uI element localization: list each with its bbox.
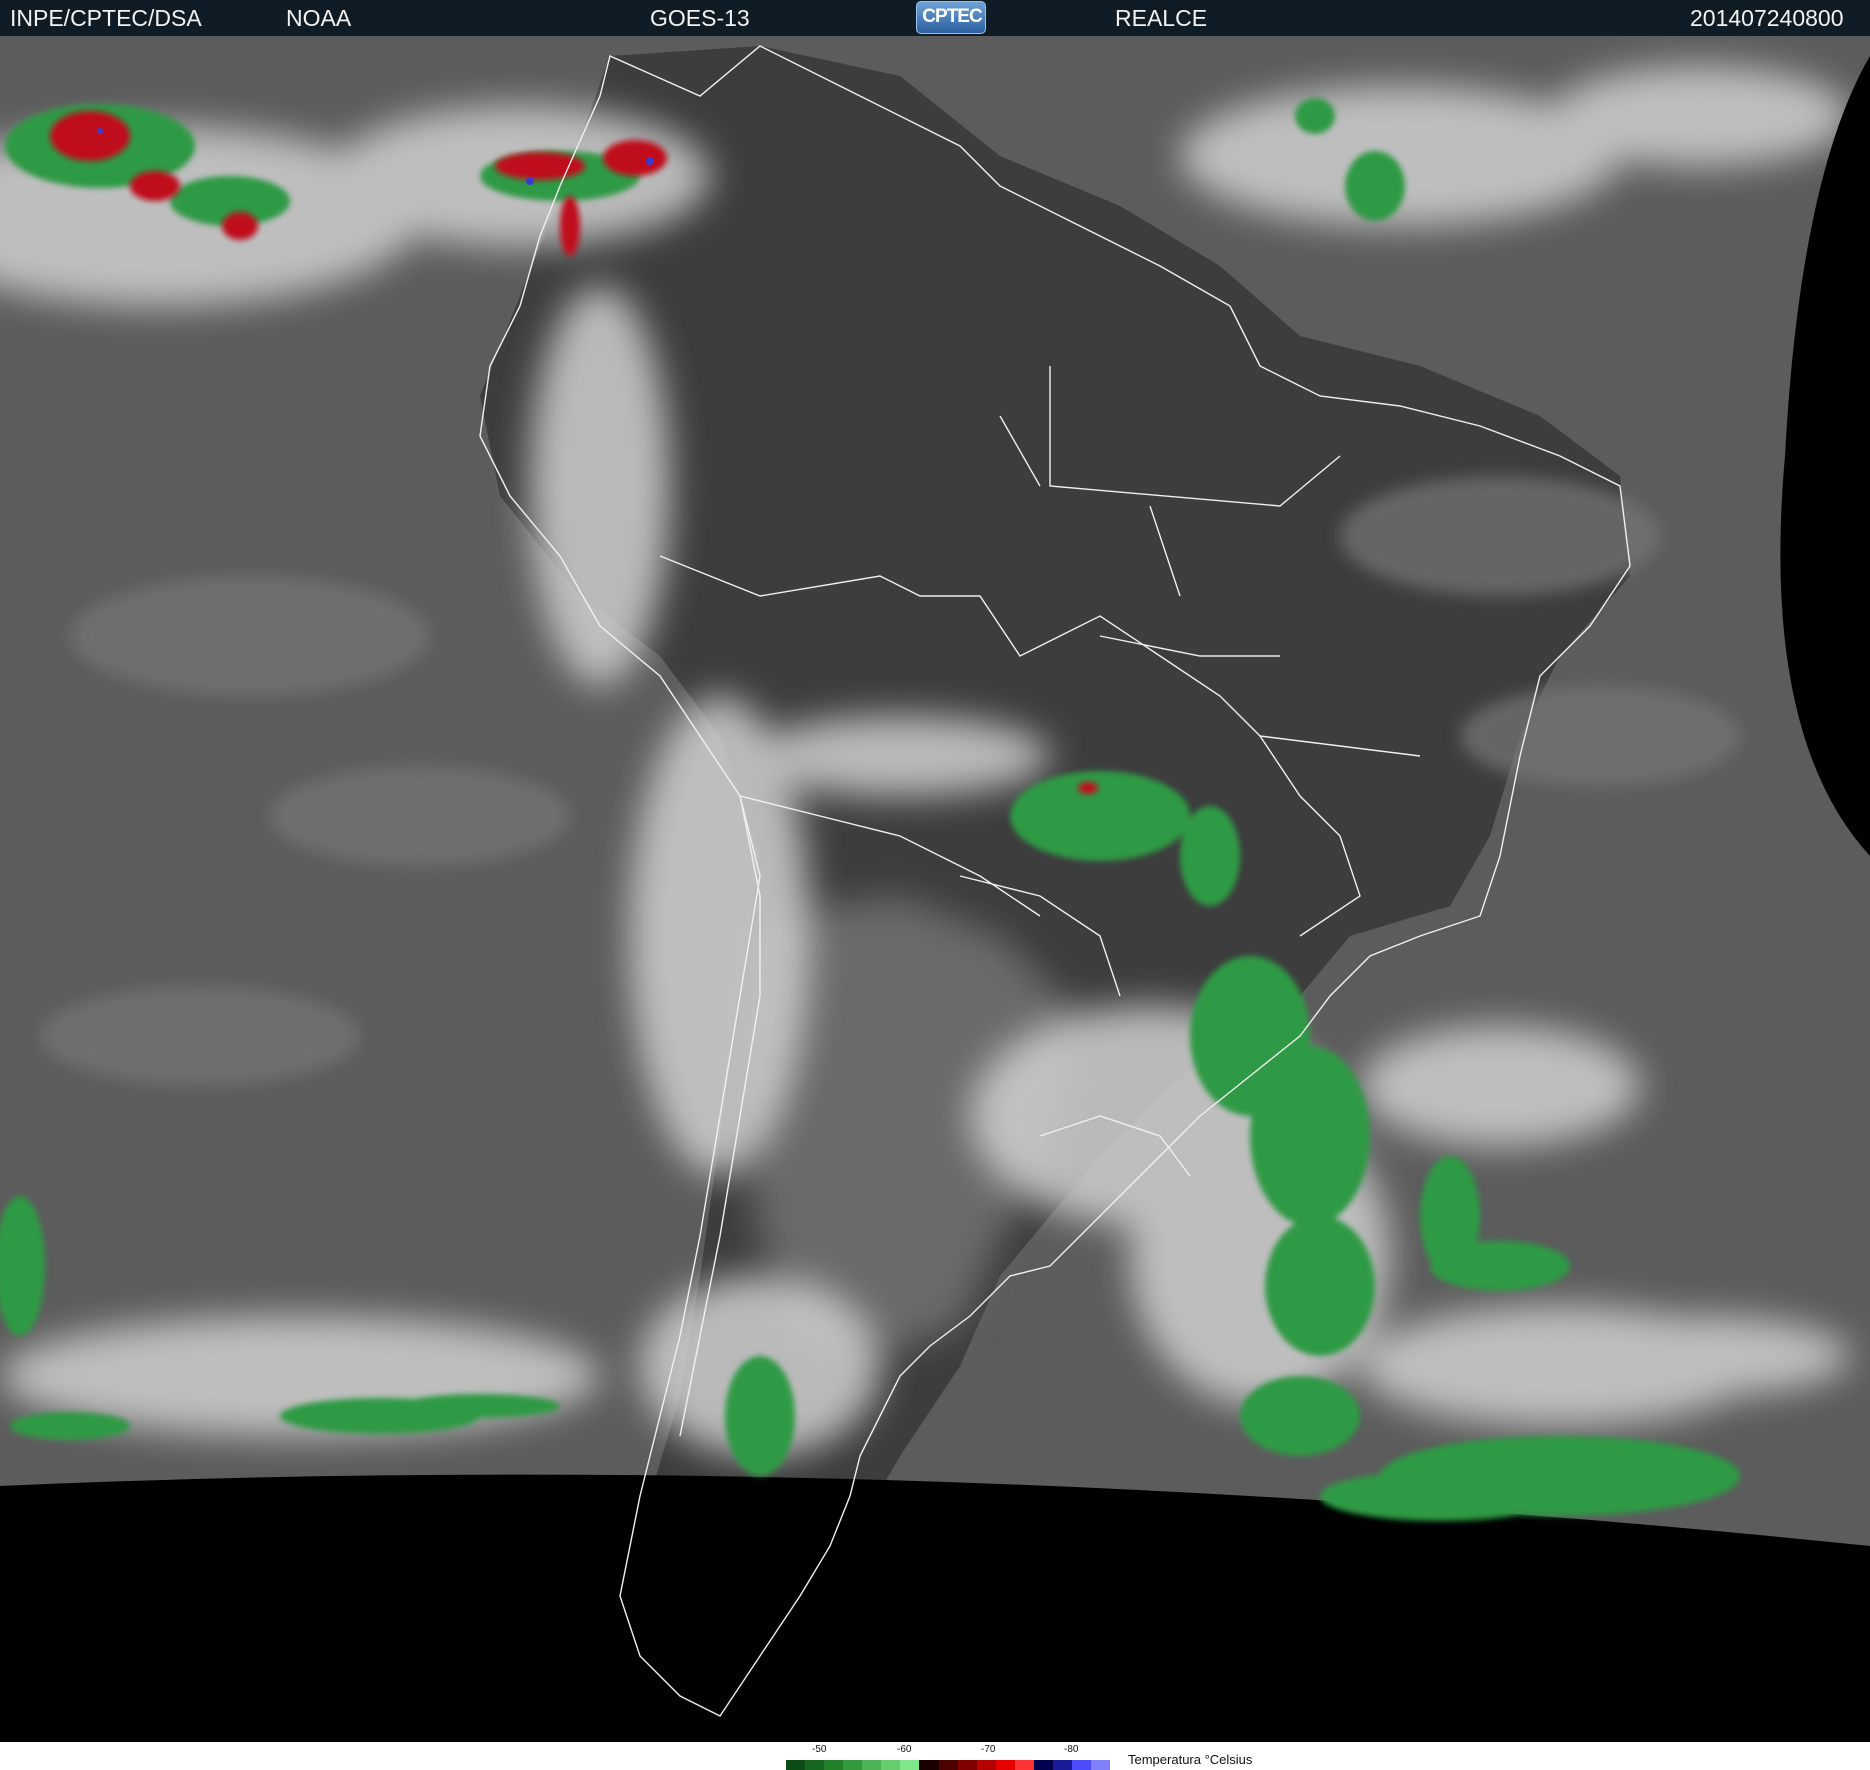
legend: -50 -60 -70 -80 Temperatura °Celsius	[0, 1742, 1870, 1770]
legend-swatch	[881, 1760, 901, 1770]
legend-swatch	[1014, 1760, 1034, 1770]
legend-swatch	[1071, 1760, 1091, 1770]
legend-swatch	[843, 1760, 863, 1770]
logo-text: CPTEC	[922, 6, 982, 27]
legend-swatch	[938, 1760, 958, 1770]
legend-swatch	[900, 1760, 920, 1770]
legend-swatch	[805, 1760, 825, 1770]
satellite-map	[0, 36, 1870, 1742]
cptec-logo: CPTEC	[916, 1, 986, 34]
legend-swatch	[1033, 1760, 1053, 1770]
legend-swatch	[919, 1760, 939, 1770]
agency-label: NOAA	[286, 5, 352, 31]
source-label: INPE/CPTEC/DSA	[10, 5, 202, 31]
legend-swatch	[1052, 1760, 1072, 1770]
legend-tick: -60	[897, 1744, 912, 1755]
legend-swatch	[1091, 1760, 1111, 1770]
satellite-label: GOES-13	[650, 5, 750, 31]
legend-tick: -50	[812, 1744, 827, 1755]
product-label: REALCE	[1115, 5, 1208, 31]
timestamp-label: 201407240800	[1690, 5, 1844, 31]
legend-swatch	[976, 1760, 996, 1770]
legend-tick: -70	[981, 1744, 996, 1755]
legend-swatch	[824, 1760, 844, 1770]
legend-swatch	[957, 1760, 977, 1770]
header-bar: INPE/CPTEC/DSA NOAA GOES-13 CPTEC REALCE…	[0, 0, 1870, 36]
legend-swatch	[786, 1760, 806, 1770]
legend-tick: -80	[1064, 1744, 1079, 1755]
legend-title: Temperatura °Celsius	[1128, 1752, 1253, 1767]
legend-color-bar	[786, 1760, 1111, 1770]
legend-swatch	[995, 1760, 1015, 1770]
legend-swatch	[862, 1760, 882, 1770]
